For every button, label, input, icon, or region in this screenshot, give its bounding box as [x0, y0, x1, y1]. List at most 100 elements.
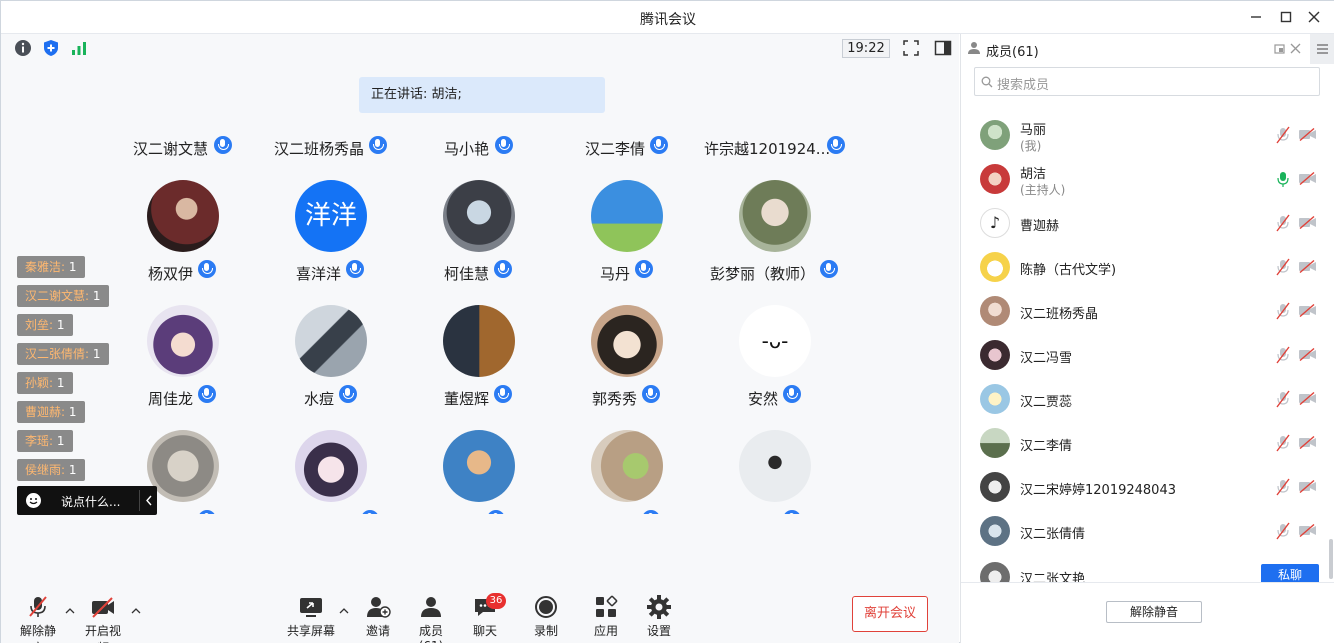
mic-on-icon — [494, 260, 512, 278]
reaction-counter: 李瑶: 1 — [17, 430, 73, 452]
mic-muted-icon[interactable] — [1276, 214, 1290, 232]
member-row[interactable]: 汉二班杨秀晶 — [961, 289, 1319, 333]
mic-on-icon — [487, 510, 505, 514]
unmute-button[interactable]: 解除静音 — [15, 594, 61, 643]
minimize-icon[interactable] — [1245, 7, 1267, 27]
member-row[interactable]: 汉二贾蕊 — [961, 377, 1319, 421]
member-name: 汉二宋婷婷12019248043 — [1020, 483, 1176, 498]
reaction-counter: 曹迦赫: 1 — [17, 401, 85, 423]
mic-on-icon — [650, 136, 668, 154]
camera-off-icon[interactable] — [1299, 348, 1316, 361]
record-button[interactable]: 录制 — [533, 594, 559, 639]
share-screen-button[interactable]: 共享屏幕 — [287, 594, 335, 639]
camera-off-icon[interactable] — [1299, 304, 1316, 317]
member-row[interactable]: 马丽 (我) — [961, 113, 1319, 157]
mic-muted-icon[interactable] — [1276, 390, 1290, 408]
camera-off-icon[interactable] — [1299, 260, 1316, 273]
menu-icon — [1317, 44, 1328, 54]
members-panel-title: 成员(61) — [986, 45, 1039, 60]
title-bar: 腾讯会议 — [1, 1, 1334, 34]
avatar — [591, 180, 663, 252]
mic-muted-icon[interactable] — [1276, 346, 1290, 364]
avatar — [980, 384, 1010, 414]
avatar — [147, 430, 219, 502]
mic-on-icon — [339, 385, 357, 403]
chevron-up-icon[interactable] — [131, 606, 141, 616]
mic-active-icon[interactable] — [1276, 170, 1290, 188]
member-row[interactable]: 汉二冯雪 — [961, 333, 1319, 377]
chat-input[interactable]: 说点什么... — [17, 486, 157, 515]
participant-name: 周佳龙 — [148, 390, 194, 408]
close-panel-icon[interactable] — [1290, 43, 1301, 54]
maximize-icon[interactable] — [1275, 7, 1297, 27]
chevron-up-icon[interactable] — [339, 606, 349, 616]
mic-muted-icon[interactable] — [1276, 302, 1290, 320]
private-chat-button[interactable]: 私聊 — [1261, 564, 1319, 582]
reaction-counter: 汉二张倩倩: 1 — [17, 343, 109, 365]
chat-unread-badge: 36 — [486, 593, 506, 609]
chevron-left-icon[interactable] — [145, 495, 153, 506]
apps-button[interactable]: 应用 — [593, 594, 619, 639]
participant-name: 郭秀秀 — [592, 390, 638, 408]
mic-on-icon — [783, 385, 801, 403]
member-row[interactable]: 汉二张文艳 私聊 — [961, 560, 1319, 582]
avatar — [295, 305, 367, 377]
member-row[interactable]: 汉二李倩 — [961, 421, 1319, 465]
mic-on-icon — [198, 385, 216, 403]
panel-menu-button[interactable] — [1310, 34, 1334, 64]
member-row[interactable]: 汉二宋婷婷12019248043 — [961, 465, 1319, 509]
camera-off-icon[interactable] — [1299, 436, 1316, 449]
camera-off-icon[interactable] — [1299, 216, 1316, 229]
avatar: -ᴗ- — [739, 305, 811, 377]
member-name: 汉二贾蕊 — [1020, 395, 1073, 410]
member-name: 汉二张倩倩 — [1020, 527, 1086, 542]
members-button[interactable]: 成员(61) — [409, 594, 453, 643]
participant-name: 汉二谢文慧 — [133, 140, 209, 158]
mic-muted-icon[interactable] — [1276, 522, 1290, 540]
mic-muted-icon[interactable] — [1276, 258, 1290, 276]
search-members-input[interactable]: 搜索成员 — [974, 67, 1320, 96]
avatar — [980, 164, 1010, 194]
invite-button[interactable]: 邀请 — [364, 594, 392, 639]
avatar — [443, 180, 515, 252]
avatar — [147, 180, 219, 252]
avatar — [980, 472, 1010, 502]
mic-muted-icon[interactable] — [1276, 434, 1290, 452]
camera-off-icon[interactable] — [1299, 172, 1316, 185]
mic-muted-icon[interactable] — [1276, 126, 1290, 144]
participant-name: 汉二李倩 — [585, 140, 646, 158]
camera-off-icon[interactable] — [1299, 524, 1316, 537]
participant-name: 马丹 — [600, 265, 631, 283]
camera-off-icon[interactable] — [1299, 480, 1316, 493]
share-screen-icon — [300, 598, 322, 617]
participant-name: 彭梦丽（教师） — [710, 265, 816, 283]
mic-on-icon — [827, 136, 845, 154]
meeting-toolbar: 解除静音 开启视频 共享屏幕 邀请 成员(61) — [1, 582, 959, 643]
members-scrollbar[interactable] — [1329, 539, 1333, 579]
leave-meeting-button[interactable]: 离开会议 — [852, 596, 928, 632]
mic-muted-icon[interactable] — [1276, 478, 1290, 496]
member-row[interactable]: ♪ 曹迦赫 — [961, 201, 1319, 245]
chevron-up-icon[interactable] — [65, 606, 75, 616]
close-icon[interactable] — [1303, 7, 1325, 27]
member-row[interactable]: 胡洁 (主持人) — [961, 157, 1319, 201]
member-name: 汉二李倩 — [1020, 439, 1073, 454]
member-name: 胡洁 — [1020, 167, 1047, 182]
member-name: 曹迦赫 — [1020, 219, 1060, 234]
camera-off-icon[interactable] — [1299, 392, 1316, 405]
member-row[interactable]: 汉二张倩倩 — [961, 509, 1319, 553]
unmute-all-button[interactable]: 解除静音 — [1106, 601, 1202, 623]
chat-placeholder: 说点什么... — [61, 495, 121, 509]
settings-button[interactable]: 设置 — [646, 594, 672, 639]
emoji-icon[interactable] — [25, 492, 42, 509]
member-row[interactable]: 陈静（古代文学) — [961, 245, 1319, 289]
popout-icon[interactable] — [1274, 43, 1286, 55]
mic-on-icon — [820, 260, 838, 278]
video-grid: 正在讲话: 胡洁; 汉二谢文慧 汉二班杨秀晶 马小艳 汉二李倩 许宗越12019… — [1, 34, 959, 514]
camera-off-icon[interactable] — [1299, 128, 1316, 141]
start-video-button[interactable]: 开启视频 — [80, 594, 126, 643]
avatar — [739, 430, 811, 502]
mic-on-icon — [494, 385, 512, 403]
reaction-counter: 孙颖: 1 — [17, 372, 73, 394]
avatar: 洋洋 — [295, 180, 367, 252]
